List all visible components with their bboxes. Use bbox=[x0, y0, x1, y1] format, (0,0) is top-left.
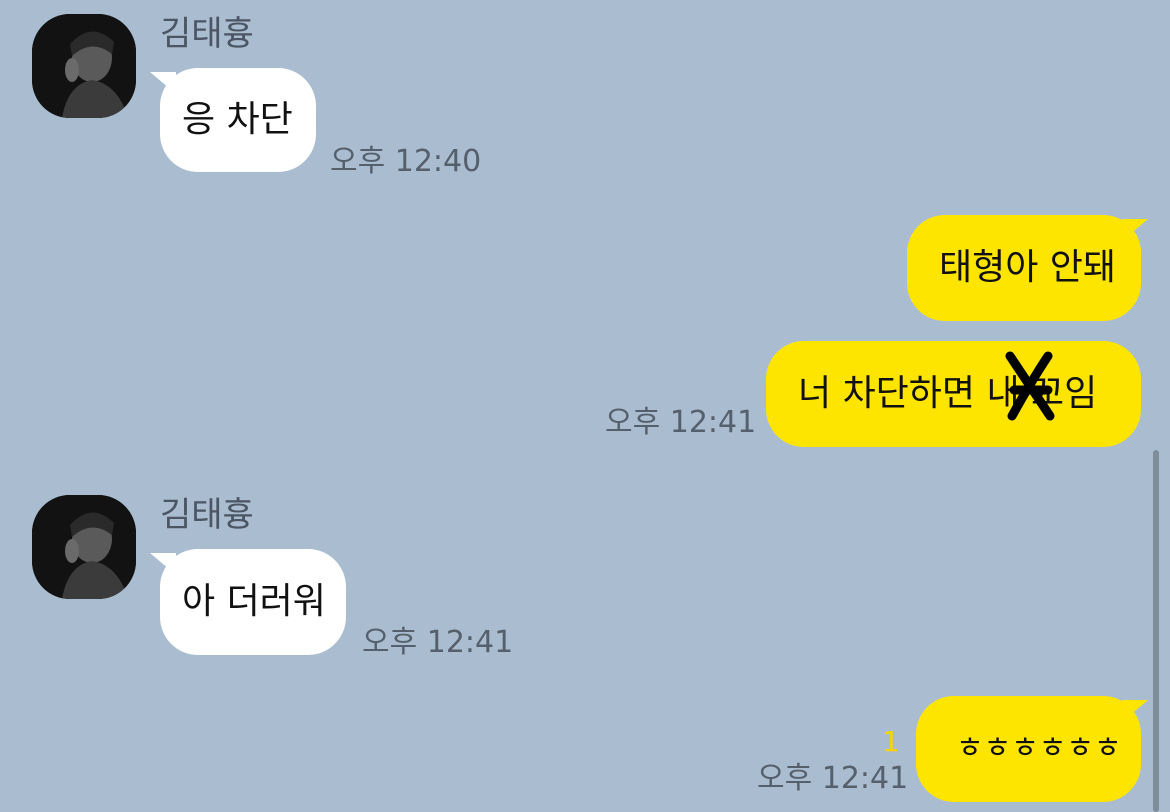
message-bubble[interactable]: 응 차단 bbox=[160, 68, 316, 172]
message-text: 아 더러워 bbox=[182, 581, 326, 622]
profile-photo-icon bbox=[32, 495, 136, 599]
message-bubble[interactable]: 아 더러워 bbox=[160, 549, 346, 655]
message-time: 오후 12:41 bbox=[605, 405, 757, 440]
sender-name: 김태흉 bbox=[160, 495, 254, 535]
message-bubble[interactable]: 너 차단하면 내 꼬임 bbox=[766, 341, 1141, 447]
message-time: 오후 12:40 bbox=[330, 144, 482, 179]
profile-photo-icon bbox=[32, 14, 136, 118]
message-bubble[interactable]: ㅎㅎㅎㅎㅎㅎ bbox=[916, 696, 1141, 802]
message-time: 오후 12:41 bbox=[757, 761, 909, 796]
scribble-mark-icon bbox=[1005, 351, 1055, 421]
message-text: 응 차단 bbox=[182, 99, 293, 140]
message-time: 오후 12:41 bbox=[362, 625, 514, 660]
message-text: ㅎㅎㅎㅎㅎㅎ bbox=[956, 731, 1122, 766]
avatar[interactable] bbox=[32, 14, 136, 118]
avatar[interactable] bbox=[32, 495, 136, 599]
message-bubble[interactable]: 태형아 안돼 bbox=[907, 215, 1141, 321]
sender-name: 김태흉 bbox=[160, 14, 254, 54]
unread-count: 1 bbox=[882, 725, 900, 758]
scrollbar[interactable] bbox=[1153, 450, 1159, 812]
message-text: 태형아 안돼 bbox=[939, 247, 1117, 288]
